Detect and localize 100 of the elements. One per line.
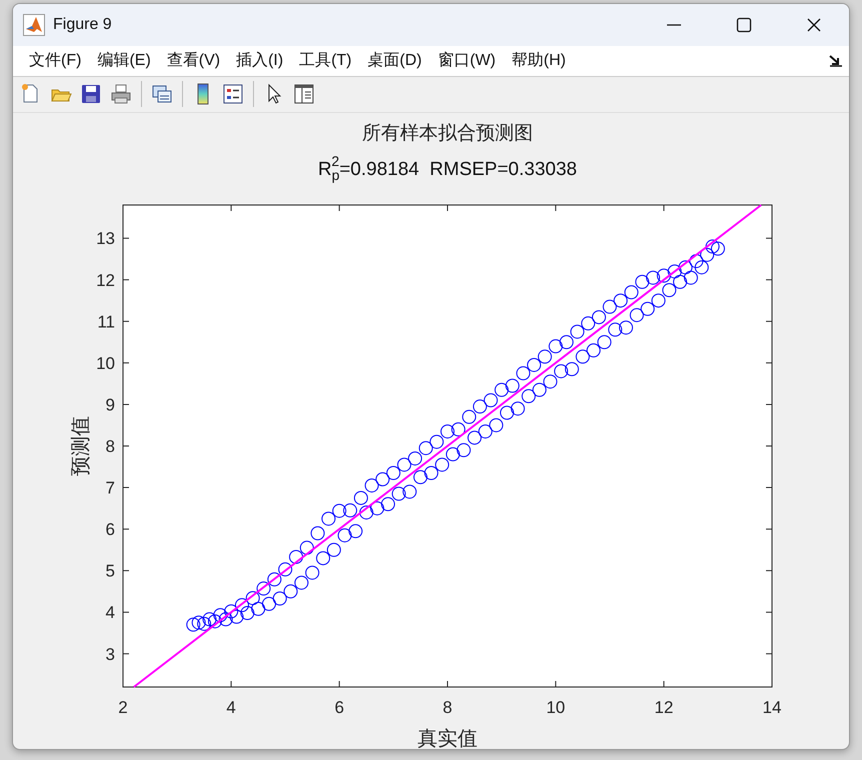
data-point [240,606,254,620]
chart-title: 所有样本拟合预测图 [362,121,533,146]
data-point [446,447,460,462]
data-point [494,382,509,397]
data-point [710,242,725,256]
data-point [430,434,444,449]
chart-stats: R$_{p}$$^{2}$=0.98184 RMSEP=0.33038 [318,152,577,185]
data-point [694,260,709,274]
data-point [435,458,450,472]
x-tick-label: 8 [442,698,452,717]
data-point [310,526,325,540]
data-point [656,268,671,283]
property-panel-icon [292,82,316,106]
data-point [224,604,238,618]
data-point [576,350,590,364]
data-point [246,591,260,606]
data-point [624,285,638,300]
data-point [326,542,341,557]
printer-icon [109,82,133,106]
data-point [376,472,390,486]
data-point [272,592,287,606]
menu-item[interactable]: 插入(I) [228,46,292,76]
data-point [614,294,628,308]
y-tick-label: 3 [106,644,115,664]
x-tick-label: 10 [546,698,566,717]
data-point [332,504,346,518]
data-point [440,424,454,438]
data-point [278,562,292,576]
data-point [256,582,271,596]
data-point [208,614,222,628]
data-point [478,424,492,438]
menu-item[interactable]: 帮助(H) [504,46,574,76]
data-point [392,486,406,501]
data-point [635,274,650,289]
menu-item[interactable]: 文件(F) [21,46,90,76]
data-point [618,320,633,335]
data-point [581,316,596,330]
data-point [484,393,498,408]
data-point [532,382,546,397]
close-icon [806,17,822,33]
data-point [522,389,536,404]
data-point [267,572,282,586]
data-point [668,264,682,278]
x-tick-label: 14 [762,698,782,717]
data-point [213,608,228,622]
y-tick-label: 5 [106,562,115,581]
maximize-icon [736,17,752,33]
data-point [186,618,200,632]
data-point [322,512,336,526]
data-point [651,294,666,308]
data-point [602,300,617,314]
y-tick-label: 7 [106,478,115,498]
data-point [543,374,558,389]
data-point [462,410,476,424]
x-tick-label: 12 [654,698,674,717]
data-point [689,254,704,268]
data-point [364,478,379,492]
x-tick-label: 6 [334,698,344,717]
minimize-icon [667,24,681,26]
y-tick-label: 4 [106,603,115,622]
data-point [418,441,433,456]
y-tick-label: 10 [96,354,115,373]
menu-item[interactable]: 查看(V) [158,46,228,76]
data-point [646,270,660,285]
legend-icon [221,82,245,106]
data-point [300,540,314,555]
data-point [251,602,266,616]
data-point [202,612,217,626]
menu-item[interactable]: 窗口(W) [430,46,504,76]
data-point [700,248,714,262]
data-point [305,566,320,580]
y-tick-label: 6 [106,520,115,540]
menu-item[interactable]: 编辑(E) [89,46,159,76]
data-point [564,362,579,376]
menu-item[interactable]: 工具(T) [291,46,360,76]
data-point [706,240,720,254]
data-point [192,616,206,630]
matlab-logo-icon [23,14,45,36]
data-point [316,551,330,566]
data-point [230,610,244,624]
data-point [262,596,276,611]
data-point [554,364,568,378]
dock-arrow-icon[interactable] [829,54,843,67]
data-point [424,466,438,480]
data-point [673,274,688,289]
data-point [559,335,574,350]
data-point [510,402,525,416]
menu-item[interactable]: 桌面(D) [360,46,430,76]
y-tick-label: 8 [106,437,115,456]
data-point [294,576,308,590]
data-point [343,503,358,518]
data-point [489,418,504,432]
data-point [505,378,520,393]
data-point [662,283,676,298]
x-axis-title: 真实值 [418,726,478,749]
data-point [548,339,563,354]
data-point [289,550,304,564]
data-point [500,406,514,420]
data-point [516,366,530,380]
data-point [527,358,542,372]
